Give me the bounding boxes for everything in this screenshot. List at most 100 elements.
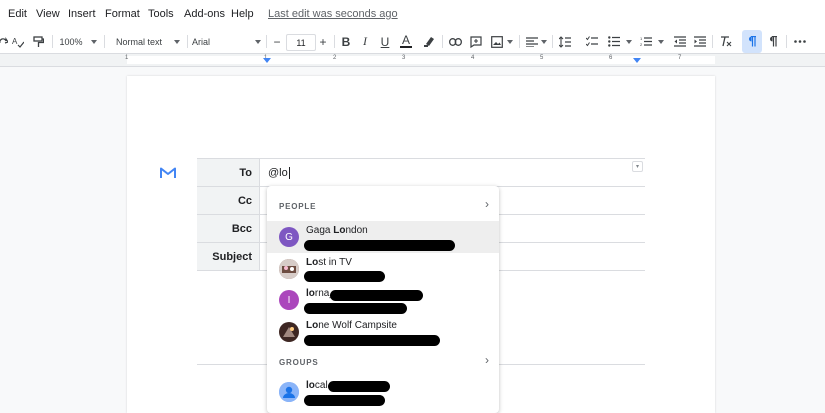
redacted-name bbox=[330, 290, 423, 301]
group-avatar-icon bbox=[279, 382, 299, 402]
groups-header: GROUPS bbox=[279, 358, 319, 367]
style-dropdown-icon[interactable] bbox=[174, 30, 180, 53]
paint-format-icon[interactable] bbox=[30, 30, 46, 53]
ruler-number: 7 bbox=[678, 55, 682, 61]
font-value: Arial bbox=[192, 36, 211, 47]
groups-chevron-icon[interactable]: › bbox=[485, 353, 489, 367]
spellcheck-icon[interactable]: A bbox=[10, 30, 26, 53]
decrease-indent-icon[interactable] bbox=[672, 30, 688, 53]
redacted-name bbox=[328, 381, 390, 392]
ruler-number: 4 bbox=[471, 55, 475, 61]
menu-view[interactable]: View bbox=[36, 8, 60, 20]
text-color-icon: A bbox=[401, 33, 410, 47]
to-input-text: @lo bbox=[268, 166, 288, 179]
toolbar-divider bbox=[334, 35, 335, 48]
people-header: PEOPLE bbox=[279, 202, 317, 211]
gmail-icon bbox=[160, 166, 176, 184]
left-indent-marker[interactable] bbox=[263, 58, 271, 63]
link-icon[interactable] bbox=[447, 30, 463, 53]
zoom-dropdown-icon[interactable] bbox=[91, 30, 97, 53]
underline-button[interactable]: U bbox=[378, 30, 392, 53]
suggestion-person[interactable]: G Gaga London bbox=[267, 221, 499, 253]
right-indent-marker[interactable] bbox=[633, 58, 641, 63]
email-label-bcc: Bcc bbox=[197, 215, 260, 242]
toolbar-divider bbox=[786, 35, 787, 48]
svg-text:2: 2 bbox=[640, 42, 643, 47]
toolbar-divider bbox=[52, 35, 53, 48]
rtl-text-icon[interactable] bbox=[765, 30, 781, 53]
more-options-icon[interactable] bbox=[792, 30, 808, 53]
to-input[interactable]: @lo bbox=[268, 159, 290, 186]
increase-font-size-button[interactable]: + bbox=[316, 30, 330, 53]
suggestion-person[interactable]: Lost in TV bbox=[267, 253, 499, 285]
suggestion-name: Lost in TV bbox=[306, 257, 352, 268]
menu-format[interactable]: Format bbox=[105, 8, 140, 20]
toolbar-divider bbox=[266, 35, 267, 48]
toolbar-divider bbox=[552, 35, 553, 48]
image-icon[interactable] bbox=[489, 30, 505, 53]
comment-icon[interactable] bbox=[468, 30, 484, 53]
menu-tools[interactable]: Tools bbox=[148, 8, 174, 20]
ruler-number: 3 bbox=[402, 55, 406, 61]
toolbar-divider bbox=[712, 35, 713, 48]
zoom-select[interactable]: 100% bbox=[58, 30, 84, 53]
people-chevron-icon[interactable]: › bbox=[485, 197, 489, 211]
redacted-email bbox=[304, 395, 385, 406]
redacted-email bbox=[304, 240, 455, 251]
suggestion-name: Gaga London bbox=[306, 225, 368, 236]
email-options-dropdown-icon[interactable]: ▾ bbox=[632, 161, 643, 172]
ruler-track bbox=[127, 56, 715, 64]
redo-icon[interactable] bbox=[0, 30, 8, 53]
style-value: Normal text bbox=[115, 36, 162, 47]
font-select[interactable]: Arial bbox=[192, 30, 222, 53]
font-size-input[interactable]: 11 bbox=[286, 34, 316, 51]
menu-edit[interactable]: Edit bbox=[8, 8, 27, 20]
font-dropdown-icon[interactable] bbox=[255, 30, 261, 53]
suggestion-person[interactable]: I lorna_ bbox=[267, 284, 499, 316]
checklist-icon[interactable] bbox=[584, 30, 600, 53]
ruler-number: 1 bbox=[125, 55, 129, 61]
suggestion-person[interactable]: Lone Wolf Campsite bbox=[267, 316, 499, 348]
increase-indent-icon[interactable] bbox=[692, 30, 708, 53]
text-cursor bbox=[288, 166, 290, 179]
ltr-text-icon[interactable] bbox=[742, 30, 762, 53]
align-dropdown-icon[interactable] bbox=[541, 30, 547, 53]
align-icon[interactable] bbox=[524, 30, 540, 53]
menu-insert[interactable]: Insert bbox=[68, 8, 96, 20]
text-color-button[interactable]: A bbox=[398, 30, 414, 53]
menu-help[interactable]: Help bbox=[231, 8, 254, 20]
avatar: I bbox=[279, 290, 299, 310]
clear-formatting-icon[interactable] bbox=[718, 30, 734, 53]
avatar bbox=[279, 322, 299, 342]
decrease-font-size-button[interactable]: − bbox=[270, 30, 284, 53]
suggestion-name: Lone Wolf Campsite bbox=[306, 320, 397, 331]
toolbar-divider bbox=[519, 35, 520, 48]
bulleted-list-icon[interactable] bbox=[606, 30, 622, 53]
style-select[interactable]: Normal text bbox=[110, 30, 168, 53]
menu-add-ons[interactable]: Add-ons bbox=[184, 8, 225, 20]
bulleted-list-dropdown-icon[interactable] bbox=[626, 30, 632, 53]
menu-bar: Edit View Insert Format Tools Add-ons He… bbox=[0, 0, 825, 30]
recipient-autocomplete: PEOPLE › G Gaga London Lost in TV I lorn… bbox=[267, 186, 499, 413]
toolbar: A 100% Normal text Arial − 11 + B I U A bbox=[0, 30, 825, 54]
suggestion-group[interactable]: local bbox=[267, 376, 499, 408]
last-edit-link[interactable]: Last edit was seconds ago bbox=[268, 8, 398, 20]
highlight-icon[interactable] bbox=[422, 30, 436, 53]
svg-text:A: A bbox=[12, 37, 18, 46]
ruler-number: 5 bbox=[540, 55, 544, 61]
toolbar-divider bbox=[187, 35, 188, 48]
numbered-list-icon[interactable]: 12 bbox=[638, 30, 654, 53]
text-color-bar bbox=[400, 46, 412, 48]
numbered-list-dropdown-icon[interactable] bbox=[658, 30, 664, 53]
image-dropdown-icon[interactable] bbox=[507, 30, 513, 53]
line-spacing-icon[interactable] bbox=[557, 30, 573, 53]
email-row-to: To @lo ▾ bbox=[197, 158, 645, 187]
bold-button[interactable]: B bbox=[339, 30, 353, 53]
italic-button[interactable]: I bbox=[358, 30, 372, 53]
ruler-number: 6 bbox=[609, 55, 613, 61]
zoom-value: 100% bbox=[59, 36, 83, 47]
ruler[interactable]: 1 1 2 3 4 5 6 7 bbox=[0, 54, 825, 67]
redacted-email bbox=[304, 335, 440, 346]
avatar bbox=[279, 259, 299, 279]
avatar: G bbox=[279, 227, 299, 247]
